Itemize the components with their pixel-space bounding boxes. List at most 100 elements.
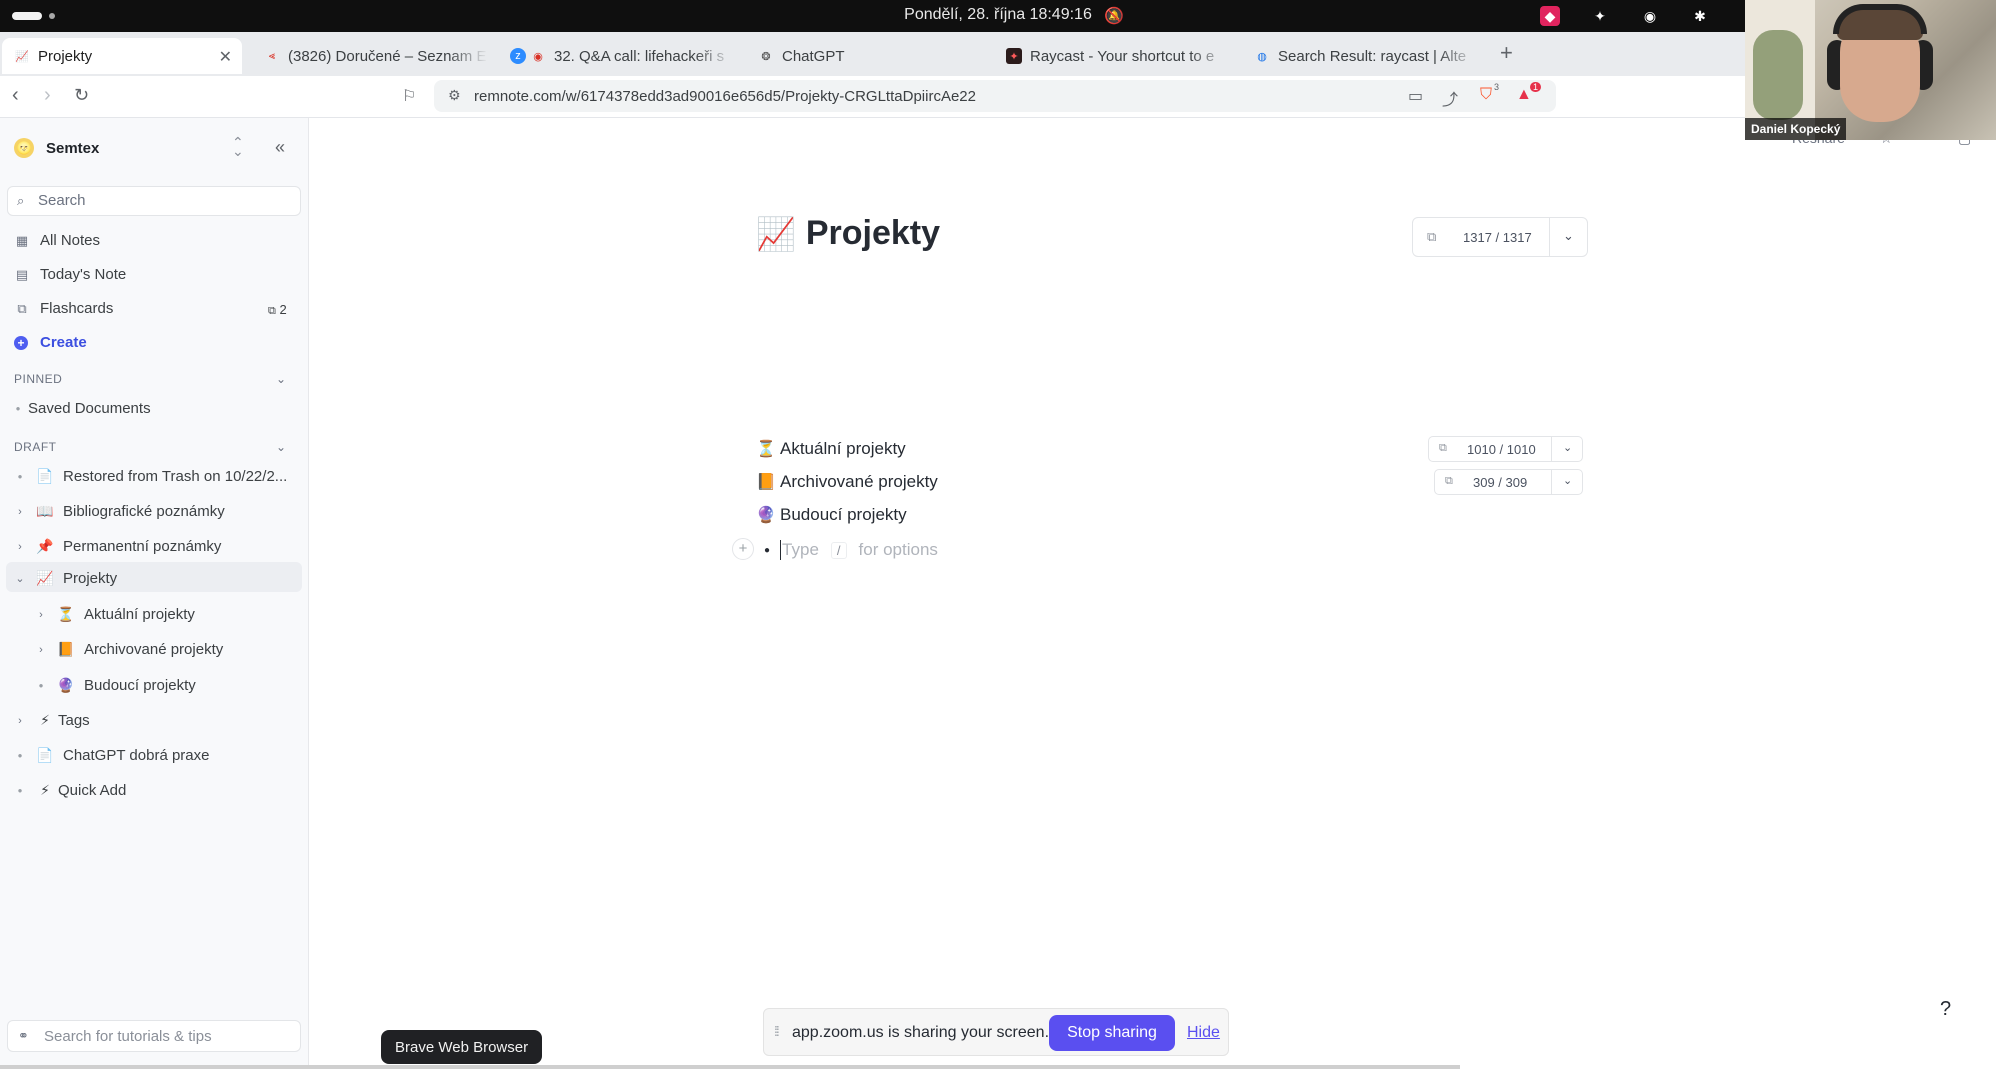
tree-item-permanentni[interactable]: › 📌 Permanentní poznámky xyxy=(14,538,221,555)
notifications-muted-icon[interactable]: 🔕 xyxy=(1104,6,1124,26)
os-top-bar: Pondělí, 28. října 18:49:16 🔕 ◆ ✦ ◉ ✱ xyxy=(0,0,1996,32)
add-rem-icon[interactable]: + xyxy=(732,538,754,560)
raycast-tray-icon[interactable]: ✦ xyxy=(1590,6,1610,26)
sidebar-item-all-notes[interactable]: ▦ All Notes xyxy=(14,232,100,249)
chevron-right-icon[interactable]: › xyxy=(14,506,26,518)
tree-label: ChatGPT dobrá praxe xyxy=(63,747,210,764)
tab-raycast[interactable]: ✦ Raycast - Your shortcut to e xyxy=(994,38,1230,74)
help-button[interactable]: ? xyxy=(1940,998,1951,1021)
hide-link[interactable]: Hide xyxy=(1187,1024,1220,1042)
chevron-down-icon[interactable]: ⌄ xyxy=(1563,228,1574,244)
workspace-switch-chevrons-icon[interactable]: ⌃ ⌄ xyxy=(232,135,244,158)
pinned-chevron-down-icon[interactable]: ⌄ xyxy=(276,372,286,386)
crystal-ball-icon: 🔮 xyxy=(756,507,776,524)
tree-item-tags[interactable]: › ⚡ Tags xyxy=(14,712,90,729)
tree-item-quick-add[interactable]: ● ⚡ Quick Add xyxy=(14,782,127,799)
pinned-header[interactable]: PINNED xyxy=(14,372,62,386)
tree-item-chatgpt-praxe[interactable]: ● 📄 ChatGPT dobrá praxe xyxy=(14,747,210,764)
page-title-text[interactable]: Projekty xyxy=(806,214,940,253)
search-field[interactable]: ⌕ xyxy=(7,186,301,216)
app-tray-icon[interactable]: ◆ xyxy=(1540,6,1560,26)
site-settings-icon[interactable]: ⚙ xyxy=(448,87,461,104)
tutorials-search[interactable]: ⚭ Search for tutorials & tips xyxy=(7,1020,301,1052)
taskbar xyxy=(0,1065,1460,1069)
draft-header[interactable]: DRAFT xyxy=(14,440,57,454)
tree-label: Permanentní poznámky xyxy=(63,538,222,555)
browser-tab-strip: 📈 Projekty ✕ ⪡ (3826) Doručené – Seznam … xyxy=(0,32,1996,76)
rem-counter-aktualni[interactable]: ⧉ 1010 / 1010 ⌄ xyxy=(1428,436,1583,462)
tree-item-aktualni[interactable]: › ⏳ Aktuální projekty xyxy=(35,606,195,623)
create-button[interactable]: + Create xyxy=(14,334,87,351)
tree-item-archivovane[interactable]: › 📙 Archivované projekty xyxy=(35,641,223,658)
taskbar-tooltip: Brave Web Browser xyxy=(381,1030,543,1064)
tree-item-bibliograficke[interactable]: › 📖 Bibliografické poznámky xyxy=(14,503,225,520)
slack-tray-icon[interactable]: ✱ xyxy=(1690,6,1710,26)
text-caret xyxy=(780,540,782,560)
reload-icon[interactable]: ↻ xyxy=(74,85,89,106)
chevron-right-icon[interactable]: › xyxy=(14,715,26,727)
draft-chevron-down-icon[interactable]: ⌄ xyxy=(276,440,286,454)
new-rem-input[interactable]: ● Type / for options xyxy=(764,540,938,560)
brave-shield-icon[interactable]: ⛉ xyxy=(1480,86,1492,104)
chevron-down-icon[interactable]: ⌄ xyxy=(1563,474,1572,487)
tab-chatgpt[interactable]: ❂ ChatGPT xyxy=(746,38,982,74)
card-count: 1317 / 1317 xyxy=(1463,230,1532,245)
chevron-right-icon[interactable]: › xyxy=(35,609,47,621)
orange-book-icon: 📙 xyxy=(57,641,75,657)
drag-handle-icon[interactable]: ⁞⁞ xyxy=(774,1023,780,1039)
placeholder-type: Type xyxy=(782,540,819,559)
rem-label[interactable]: Aktuální projekty xyxy=(780,439,906,459)
tab-zoom-call[interactable]: z ◉ 32. Q&A call: lifehackeři s xyxy=(498,38,734,74)
chevron-down-icon[interactable]: ⌄ xyxy=(14,572,26,585)
discord-tray-icon[interactable]: ◉ xyxy=(1640,6,1660,26)
tab-projekty[interactable]: 📈 Projekty ✕ xyxy=(2,38,242,74)
rem-budouci[interactable]: 🔮 Budoucí projekty xyxy=(756,505,907,525)
workspace-switcher[interactable]: 🌝 Semtex xyxy=(14,138,99,158)
chevron-down-icon[interactable]: ⌄ xyxy=(1563,441,1572,454)
sidebar-item-label: Today's Note xyxy=(40,266,127,283)
new-tab-icon[interactable]: + xyxy=(1500,40,1513,66)
stop-sharing-button[interactable]: Stop sharing xyxy=(1049,1015,1175,1051)
chart-increasing-icon: 📈 xyxy=(36,570,54,586)
url-text[interactable]: remnote.com/w/6174378edd3ad90016e656d5/P… xyxy=(474,88,976,105)
sidebar: 🌝 Semtex ⌃⌄ « ⌕ ▦ All Notes ▤ Today's No… xyxy=(0,118,309,1069)
cast-icon[interactable]: ▭ xyxy=(1408,86,1423,106)
address-bar[interactable]: ⚙ remnote.com/w/6174378edd3ad90016e656d5… xyxy=(434,80,1556,112)
chevron-right-icon[interactable]: › xyxy=(35,644,47,656)
recording-icon: ◉ xyxy=(533,50,543,63)
sidebar-item-todays-note[interactable]: ▤ Today's Note xyxy=(14,266,126,283)
sidebar-item-label: Flashcards xyxy=(40,300,114,317)
search-input[interactable] xyxy=(38,192,288,209)
rem-label[interactable]: Archivované projekty xyxy=(780,472,938,492)
tab-search-result[interactable]: ◍ Search Result: raycast | Alte xyxy=(1242,38,1478,74)
tab-seznam[interactable]: ⪡ (3826) Doručené – Seznam E xyxy=(252,38,488,74)
webcam-video[interactable]: Daniel Kopecký xyxy=(1745,0,1996,140)
crystal-ball-icon: 🔮 xyxy=(57,677,75,693)
tree-item-restored[interactable]: ● 📄 Restored from Trash on 10/22/2... xyxy=(14,468,288,485)
rem-archivovane[interactable]: 📙 Archivované projekty xyxy=(756,472,938,492)
bookmark-icon[interactable]: ⚐ xyxy=(402,86,416,106)
back-icon[interactable]: ‹ xyxy=(12,84,19,107)
sidebar-item-flashcards[interactable]: ⧉ Flashcards xyxy=(14,300,113,317)
rem-aktualni[interactable]: ⏳ Aktuální projekty xyxy=(756,439,906,459)
rem-label[interactable]: Budoucí projekty xyxy=(780,505,907,525)
tree-item-budouci[interactable]: ● 🔮 Budoucí projekty xyxy=(35,677,196,694)
remnote-icon: 📈 xyxy=(15,50,29,63)
chevron-right-icon[interactable]: › xyxy=(14,541,26,553)
bullet-icon: ● xyxy=(15,404,21,413)
collapse-sidebar-icon[interactable]: « xyxy=(275,137,285,158)
page-title[interactable]: 📈 Projekty xyxy=(756,214,940,253)
bullet-icon: ● xyxy=(764,544,771,556)
shield-count: 3 xyxy=(1494,82,1500,92)
tree-item-projekty[interactable]: ⌄ 📈 Projekty xyxy=(14,570,117,587)
rem-counter-archivovane[interactable]: ⧉ 309 / 309 ⌄ xyxy=(1434,469,1583,495)
close-icon[interactable]: ✕ xyxy=(219,47,232,67)
calendar-icon: ▤ xyxy=(15,266,29,282)
practice-counter[interactable]: ⧉ 1317 / 1317 ⌄ xyxy=(1412,217,1588,257)
pinned-item-saved-documents[interactable]: ● Saved Documents xyxy=(14,400,151,417)
cards-icon: ⧉ xyxy=(1445,475,1453,487)
browser-toolbar: ‹ › ↻ ⚐ ⚙ remnote.com/w/6174378edd3ad900… xyxy=(0,76,1996,118)
share-icon[interactable]: ⤴ xyxy=(1442,86,1458,110)
search-icon: ⌕ xyxy=(17,193,25,208)
forward-icon[interactable]: › xyxy=(44,84,51,107)
